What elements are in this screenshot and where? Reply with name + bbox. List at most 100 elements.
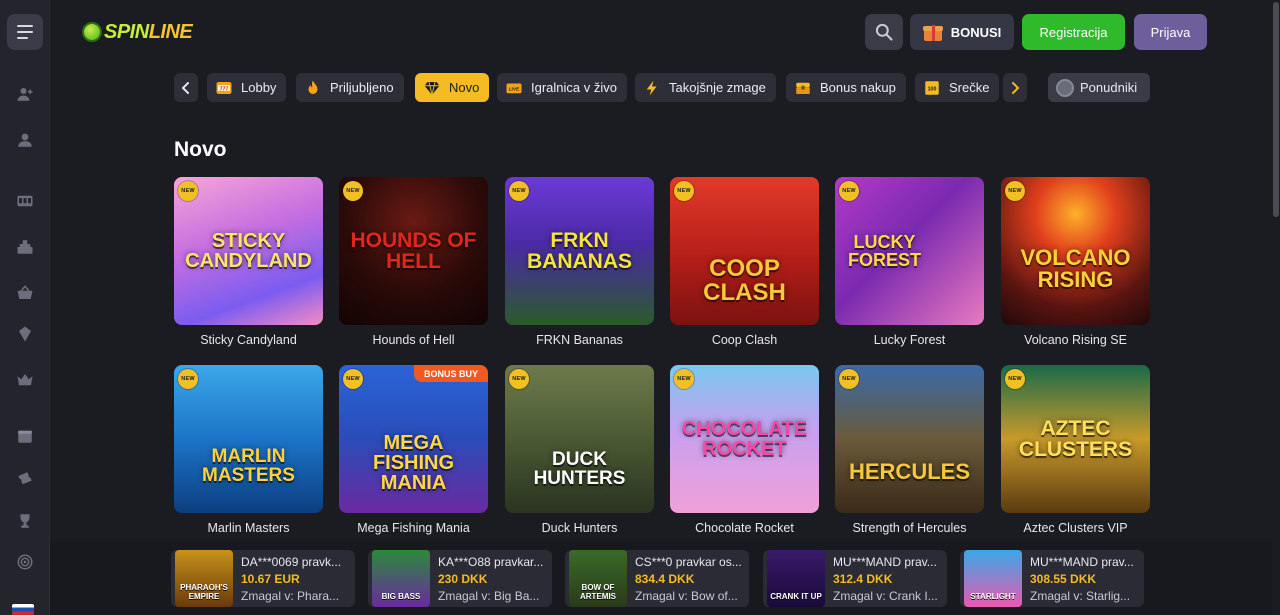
winner-amount: 230 DKK	[438, 571, 488, 586]
menu-line-icon	[17, 25, 33, 27]
category-label: Takojšnje zmage	[669, 80, 766, 95]
basket-icon[interactable]	[13, 281, 37, 305]
winner-card[interactable]: Pharaoh's Empire DA***0069 pravk... 10.6…	[171, 550, 355, 607]
logo[interactable]: SPIN LINE	[82, 17, 193, 47]
game-tile[interactable]: Hercules NEW Strength of Hercules	[835, 365, 984, 535]
game-name[interactable]: Coop Clash	[670, 333, 819, 347]
game-tile[interactable]: Volcano Rising NEW Volcano Rising SE	[1001, 177, 1150, 347]
game-art-title: Marlin Masters	[202, 445, 295, 486]
category-live-casino[interactable]: LIVE Igralnica v živo	[497, 73, 627, 102]
game-thumbnail[interactable]: Coop Clash NEW	[670, 177, 819, 325]
target-icon[interactable]	[13, 550, 37, 574]
game-thumbnail[interactable]: Lucky Forest NEW	[835, 177, 984, 325]
game-name[interactable]: Sticky Candyland	[174, 333, 323, 347]
chevron-left-icon	[181, 81, 189, 94]
new-badge: NEW	[509, 181, 529, 201]
trophy-icon[interactable]	[13, 509, 37, 533]
game-name[interactable]: Strength of Hercules	[835, 521, 984, 535]
new-badge: NEW	[178, 369, 198, 389]
game-art-title: Hercules	[848, 458, 970, 484]
winner-game-thumbnail[interactable]: Crank It Up	[767, 550, 825, 607]
game-thumbnail[interactable]: FRKN Bananas NEW	[505, 177, 654, 325]
page-scrollbar[interactable]	[1272, 0, 1280, 615]
winner-game-thumbnail[interactable]: Starlight	[964, 550, 1022, 607]
bonus-button[interactable]: BONUSI	[910, 14, 1014, 50]
game-tile[interactable]: Mega Fishing Mania NEW BONUS BUY Mega Fi…	[339, 365, 488, 535]
category-instant-wins[interactable]: Takojšnje zmage	[635, 73, 776, 102]
flame-icon	[304, 79, 322, 97]
winner-game-art-title: Crank It Up	[770, 592, 822, 601]
ticket-icon[interactable]	[13, 467, 37, 491]
game-name[interactable]: Lucky Forest	[835, 333, 984, 347]
winner-user: MU***MAND prav...	[1030, 554, 1134, 569]
game-name[interactable]: FRKN Bananas	[505, 333, 654, 347]
gem-icon[interactable]	[13, 322, 37, 346]
user-icon[interactable]	[13, 128, 37, 152]
game-thumbnail[interactable]: Sticky Candyland NEW	[174, 177, 323, 325]
game-art-title: Mega Fishing Mania	[372, 431, 455, 494]
category-label: Bonus nakup	[820, 80, 896, 95]
winner-user: MU***MAND prav...	[833, 554, 937, 569]
register-button[interactable]: Registracija	[1022, 14, 1125, 50]
game-thumbnail[interactable]: Chocolate Rocket NEW	[670, 365, 819, 513]
hamburger-menu-button[interactable]	[7, 14, 43, 50]
game-thumbnail[interactable]: Duck Hunters NEW	[505, 365, 654, 513]
slot-machine-icon[interactable]	[13, 189, 37, 213]
recent-winners-strip: Pharaoh's Empire DA***0069 pravk... 10.6…	[50, 542, 1280, 615]
scrollbar-thumb[interactable]	[1273, 2, 1279, 217]
calendar-icon[interactable]	[13, 424, 37, 448]
game-thumbnail[interactable]: Aztec Clusters NEW	[1001, 365, 1150, 513]
category-bonus-buy[interactable]: Bonus nakup	[786, 73, 906, 102]
game-tile[interactable]: Duck Hunters NEW Duck Hunters	[505, 365, 654, 535]
game-art-title: Hounds of Hell	[350, 229, 477, 273]
game-thumbnail[interactable]: Mega Fishing Mania NEW BONUS BUY	[339, 365, 488, 513]
game-name[interactable]: Volcano Rising SE	[1001, 333, 1150, 347]
game-name[interactable]: Duck Hunters	[505, 521, 654, 535]
game-thumbnail[interactable]: Volcano Rising NEW	[1001, 177, 1150, 325]
game-thumbnail[interactable]: Marlin Masters NEW	[174, 365, 323, 513]
game-tile[interactable]: Aztec Clusters NEW Aztec Clusters VIP	[1001, 365, 1150, 535]
logo-coin-icon	[82, 22, 102, 42]
game-art-title: Duck Hunters	[533, 448, 626, 489]
category-bar: 777 Lobby Priljubljeno Novo LIVE Igralni…	[0, 73, 1280, 102]
winner-card[interactable]: Crank It Up MU***MAND prav... 312.4 DKK …	[763, 550, 947, 607]
game-name[interactable]: Hounds of Hell	[339, 333, 488, 347]
casino-table-icon[interactable]	[13, 235, 37, 259]
category-prev-button[interactable]	[174, 73, 198, 102]
game-thumbnail[interactable]: Hounds of Hell NEW	[339, 177, 488, 325]
category-next-button[interactable]	[1003, 73, 1027, 102]
logo-spin-text: SPIN	[104, 20, 149, 43]
login-button[interactable]: Prijava	[1134, 14, 1207, 50]
game-name[interactable]: Aztec Clusters VIP	[1001, 521, 1150, 535]
winner-card[interactable]: Bow of Artemis CS***0 pravkar os... 834.…	[565, 550, 749, 607]
chest-icon	[794, 79, 812, 97]
search-button[interactable]	[865, 14, 903, 50]
game-tile[interactable]: Coop Clash NEW Coop Clash	[670, 177, 819, 347]
winner-game-thumbnail[interactable]: Big Bass	[372, 550, 430, 607]
game-name[interactable]: Marlin Masters	[174, 521, 323, 535]
language-flag-icon[interactable]	[12, 604, 34, 615]
category-tickets[interactable]: 100 Srečke	[915, 73, 999, 102]
category-new[interactable]: Novo	[415, 73, 490, 102]
new-badge: NEW	[343, 369, 363, 389]
category-favourites[interactable]: Priljubljeno	[296, 73, 404, 102]
category-lobby[interactable]: 777 Lobby	[207, 73, 287, 102]
game-name[interactable]: Chocolate Rocket	[670, 521, 819, 535]
game-tile[interactable]: FRKN Bananas NEW FRKN Bananas	[505, 177, 654, 347]
game-tile[interactable]: Chocolate Rocket NEW Chocolate Rocket	[670, 365, 819, 535]
game-thumbnail[interactable]: Hercules NEW	[835, 365, 984, 513]
providers-button[interactable]: Ponudniki	[1048, 73, 1150, 102]
game-tile[interactable]: Hounds of Hell NEW Hounds of Hell	[339, 177, 488, 347]
game-tile[interactable]: Sticky Candyland NEW Sticky Candyland	[174, 177, 323, 347]
live-icon: LIVE	[505, 79, 523, 97]
winner-card[interactable]: Big Bass KA***O88 pravkar... 230 DKK Zma…	[368, 550, 552, 607]
crown-icon[interactable]	[13, 368, 37, 392]
svg-text:LIVE: LIVE	[509, 86, 521, 92]
winner-game-thumbnail[interactable]: Bow of Artemis	[569, 550, 627, 607]
game-tile[interactable]: Marlin Masters NEW Marlin Masters	[174, 365, 323, 535]
ticket-icon: 100	[923, 79, 941, 97]
game-name[interactable]: Mega Fishing Mania	[339, 521, 488, 535]
winner-game-thumbnail[interactable]: Pharaoh's Empire	[175, 550, 233, 607]
winner-card[interactable]: Starlight MU***MAND prav... 308.55 DKK Z…	[960, 550, 1144, 607]
game-tile[interactable]: Lucky Forest NEW Lucky Forest	[835, 177, 984, 347]
